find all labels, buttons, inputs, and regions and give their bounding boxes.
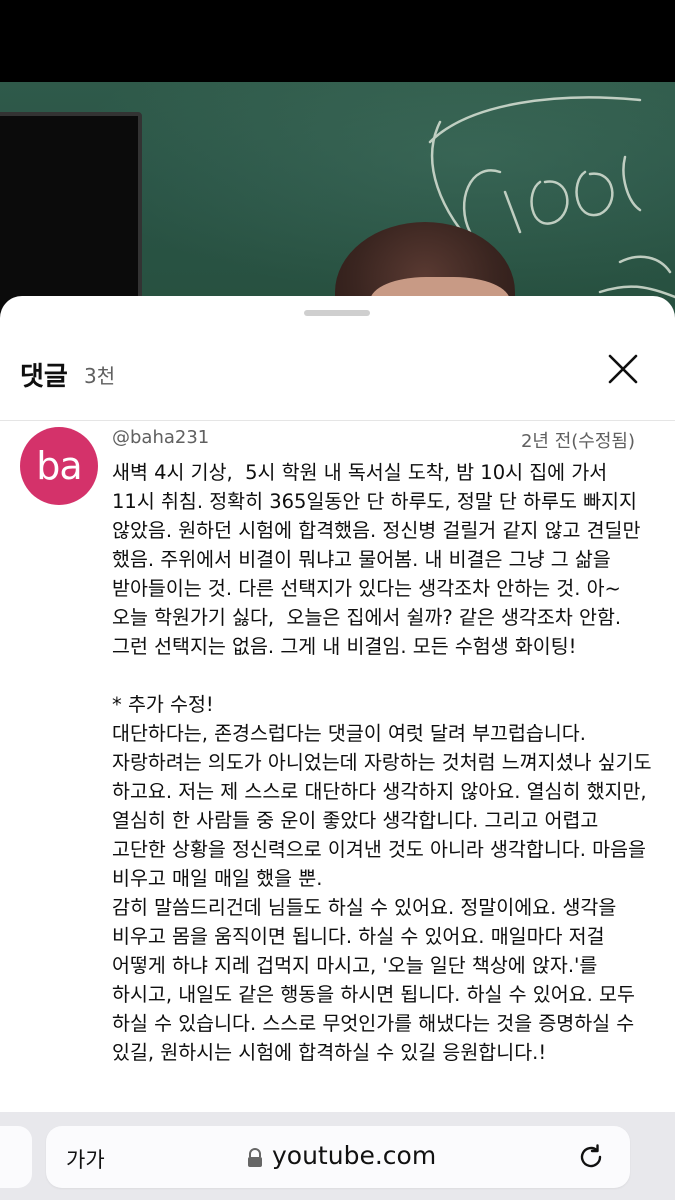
status-bar: [0, 0, 675, 82]
drag-handle[interactable]: [304, 310, 370, 316]
previous-tab[interactable]: [0, 1126, 32, 1188]
browser-toolbar: 가가 youtube.com: [0, 1112, 675, 1200]
comment-author[interactable]: @baha231: [112, 427, 209, 448]
text-size-button[interactable]: 가가: [66, 1144, 105, 1174]
avatar[interactable]: ba: [20, 427, 98, 505]
lock-icon: [248, 1148, 262, 1167]
comment-time: 2년 전(수정됨): [520, 431, 635, 452]
close-icon[interactable]: [600, 346, 646, 392]
comments-sheet: 댓글 3천 ba @baha231 2년 전(수정됨) 새벽 4시 기상, 5시…: [0, 296, 675, 1116]
comment-item: ba @baha231 2년 전(수정됨) 새벽 4시 기상, 5시 학원 내 …: [0, 421, 675, 1111]
comments-header: 댓글 3천: [0, 336, 675, 406]
video-player[interactable]: 100: [0, 82, 675, 322]
reload-icon[interactable]: [576, 1142, 606, 1172]
address-bar[interactable]: 가가 youtube.com: [46, 1126, 630, 1188]
comments-count: 3천: [84, 364, 116, 388]
url-text[interactable]: youtube.com: [272, 1141, 436, 1170]
comments-title: 댓글: [20, 362, 68, 392]
comment-body: 새벽 4시 기상, 5시 학원 내 독서실 도착, 밤 10시 집에 가서 11…: [112, 461, 652, 1064]
